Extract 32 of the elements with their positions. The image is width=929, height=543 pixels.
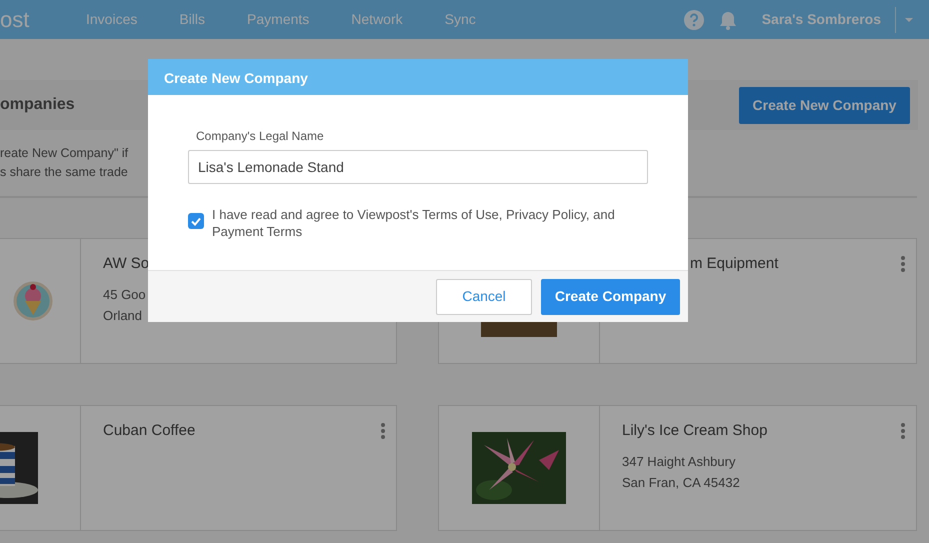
company-name[interactable]: m Equipment xyxy=(690,253,778,276)
user-name[interactable]: Sara's Sombreros xyxy=(762,9,881,30)
company-name-field[interactable]: Lisa's Lemonade Stand xyxy=(188,150,648,184)
more-menu-icon[interactable] xyxy=(900,255,906,274)
nav-link[interactable]: Network xyxy=(351,9,403,30)
more-menu-icon[interactable] xyxy=(380,422,386,440)
company-name[interactable]: Cuban Coffee xyxy=(103,420,196,442)
dialog-title: Create New Company xyxy=(148,59,688,95)
address-text: Orland xyxy=(103,306,142,324)
address-text: San Fran, CA 45432 xyxy=(622,474,740,492)
nav-link[interactable]: Bills xyxy=(179,9,206,30)
agreement-text: I have read and agree to Viewpost's Terms of Use, Privacy Policy, and Payment Terms xyxy=(212,206,616,240)
create-button[interactable]: Create Company xyxy=(541,278,680,314)
description-text: reate New Company" if xyxy=(0,145,128,162)
nav-link[interactable]: Payments xyxy=(247,9,310,30)
nav-link[interactable]: Sync xyxy=(444,9,476,30)
company-name[interactable]: Lily's Ice Cream Shop xyxy=(622,420,768,442)
field-label: Company's Legal Name xyxy=(196,128,325,145)
more-menu-icon[interactable] xyxy=(900,422,906,440)
logo[interactable]: ost xyxy=(0,3,86,36)
cancel-button[interactable]: Cancel xyxy=(436,278,532,314)
help-icon[interactable] xyxy=(684,10,704,30)
nav-link[interactable]: Invoices xyxy=(86,9,138,30)
address-text: 347 Haight Ashbury xyxy=(622,452,736,471)
company-name[interactable]: AW So xyxy=(103,253,150,276)
caret-icon[interactable] xyxy=(904,16,914,22)
address-text: 45 Goo xyxy=(103,286,146,304)
checkbox[interactable] xyxy=(188,213,204,230)
page-title: ompanies xyxy=(0,95,75,115)
bell-icon[interactable] xyxy=(718,10,738,30)
create-company-button[interactable]: Create New Company xyxy=(739,86,910,124)
description-text: s share the same trade xyxy=(0,164,128,181)
